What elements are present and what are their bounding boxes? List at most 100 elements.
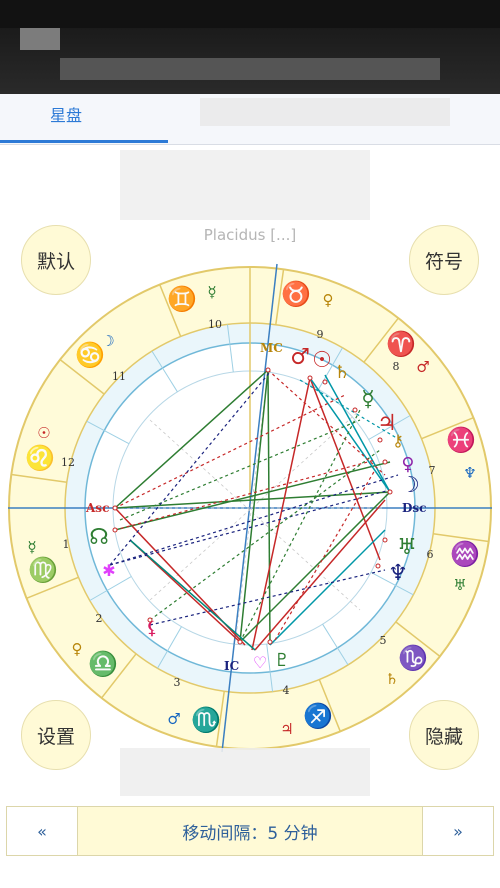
neptune-icon: ♆: [388, 561, 408, 586]
capricorn-sign-icon: ♑: [398, 644, 428, 672]
gemini-ruler-icon: ☿: [207, 283, 216, 301]
house-7-label: 7: [429, 464, 436, 477]
house-cusp: [266, 643, 274, 692]
pixelated-title: [20, 28, 60, 50]
sign-divider: [318, 679, 341, 732]
pluto-icon: ♇: [274, 650, 290, 671]
house-ring: [64, 322, 436, 694]
libra-sign-icon: ♎: [88, 650, 118, 678]
house-cusp: [226, 324, 234, 373]
house-11-label: 11: [112, 370, 126, 383]
saturn-icon: ♄: [334, 362, 350, 383]
leo-ruler-icon: ☉: [37, 424, 50, 442]
sign-divider: [159, 284, 182, 337]
lilith-icon: ⚸: [145, 618, 158, 639]
tab-underline: [0, 140, 168, 143]
sign-divider: [101, 653, 137, 699]
scorpio-ruler-icon: ♂: [167, 710, 180, 728]
house-8-label: 8: [393, 360, 400, 373]
sign-divider: [363, 317, 399, 363]
taurus-ruler-icon: ♀: [323, 291, 334, 309]
mc-label: MC: [260, 341, 283, 355]
title-bar: [0, 28, 500, 94]
pisces-ruler-icon: ♆: [463, 464, 476, 482]
jupiter-icon: ♃: [377, 411, 397, 436]
prev-button[interactable]: «: [7, 807, 78, 855]
north-node-icon: ☊: [89, 525, 109, 550]
pixelated-title-2: [60, 58, 440, 80]
virgo-ruler-icon: ☿: [27, 538, 36, 556]
gemini-sign-icon: ♊: [167, 285, 197, 313]
zodiac-signs: ♊ ♉ ♈ ♓ ♒ ♑ ♐ ♏ ♎ ♍ ♌ ♋: [25, 280, 480, 734]
aries-sign-icon: ♈: [386, 330, 416, 358]
sign-divider: [275, 269, 285, 325]
aspect-circle: [112, 370, 388, 646]
house-4-label: 4: [283, 684, 290, 697]
libra-ruler-icon: ♀: [72, 640, 83, 658]
interval-label: 移动间隔：5 分钟: [182, 823, 318, 844]
house-cusp: [151, 350, 178, 393]
cancer-ruler-icon: ☽: [101, 332, 114, 350]
house-cusp: [322, 623, 349, 666]
status-bar: [0, 0, 500, 28]
cancer-sign-icon: ♋: [75, 341, 105, 369]
sun-icon: ☉: [312, 348, 332, 373]
settings-button[interactable]: 设置: [21, 700, 91, 770]
sign-divider: [395, 621, 441, 657]
sign-divider: [59, 359, 105, 395]
house-6-label: 6: [427, 548, 434, 561]
house-cusp: [86, 420, 130, 445]
sign-divider: [11, 473, 67, 483]
chiron-icon: ⚷: [392, 431, 404, 450]
aquarius-sign-icon: ♒: [450, 540, 480, 568]
ic-label: IC: [224, 659, 239, 673]
house-cusp: [89, 576, 132, 601]
dsc-label: Dsc: [402, 501, 426, 515]
pixelated-footer: [120, 748, 370, 796]
virgo-sign-icon: ♍: [28, 556, 58, 584]
inner-ring: [84, 342, 416, 674]
time-step-bar: « 移动间隔：5 分钟 »: [6, 806, 494, 856]
house-2-label: 2: [96, 612, 103, 625]
house-cusp: [157, 626, 182, 669]
sagittarius-ruler-icon: ♃: [280, 720, 293, 738]
zodiac-ring: [8, 266, 492, 750]
house-1-label: 1: [63, 538, 70, 551]
capricorn-ruler-icon: ♄: [385, 670, 398, 688]
part-of-fortune-icon: ✱: [102, 561, 115, 580]
house-12-label: 12: [61, 456, 75, 469]
sign-divider: [215, 691, 225, 747]
pixelated-tabs: [200, 98, 450, 126]
sagittarius-sign-icon: ♐: [303, 702, 333, 730]
pixelated-info: [120, 150, 370, 220]
aries-ruler-icon: ♂: [416, 358, 429, 376]
house-cusp: [368, 415, 411, 440]
pisces-sign-icon: ♓: [446, 426, 476, 454]
sign-divider: [421, 417, 474, 440]
uranus-icon: ♅: [397, 535, 417, 560]
default-button[interactable]: 默认: [21, 225, 91, 295]
asc-label: Asc: [85, 501, 109, 515]
venus-icon: ♀: [401, 454, 414, 475]
symbol-button[interactable]: 符号: [409, 225, 479, 295]
meridian-axis: [221, 263, 278, 753]
house-3-label: 3: [174, 676, 181, 689]
house-cusp: [370, 571, 414, 596]
mars-icon: ♂: [290, 345, 310, 370]
house-5-label: 5: [380, 634, 387, 647]
mercury-icon: ☿: [361, 387, 375, 412]
aquarius-ruler-icon: ♅: [453, 576, 466, 594]
house-10-label: 10: [208, 318, 222, 331]
moon-icon: ☽: [400, 473, 420, 498]
sign-divider: [26, 576, 79, 599]
heart-icon: ♡: [253, 653, 267, 672]
tab-chart[interactable]: 星盘: [50, 102, 82, 126]
hide-button[interactable]: 隐藏: [409, 700, 479, 770]
leo-sign-icon: ♌: [25, 444, 55, 472]
sign-divider: [433, 533, 489, 543]
taurus-sign-icon: ♉: [281, 280, 311, 308]
house-9-label: 9: [317, 328, 324, 341]
house-cusp: [318, 347, 343, 390]
next-button[interactable]: »: [422, 807, 493, 855]
scorpio-sign-icon: ♏: [191, 706, 221, 734]
